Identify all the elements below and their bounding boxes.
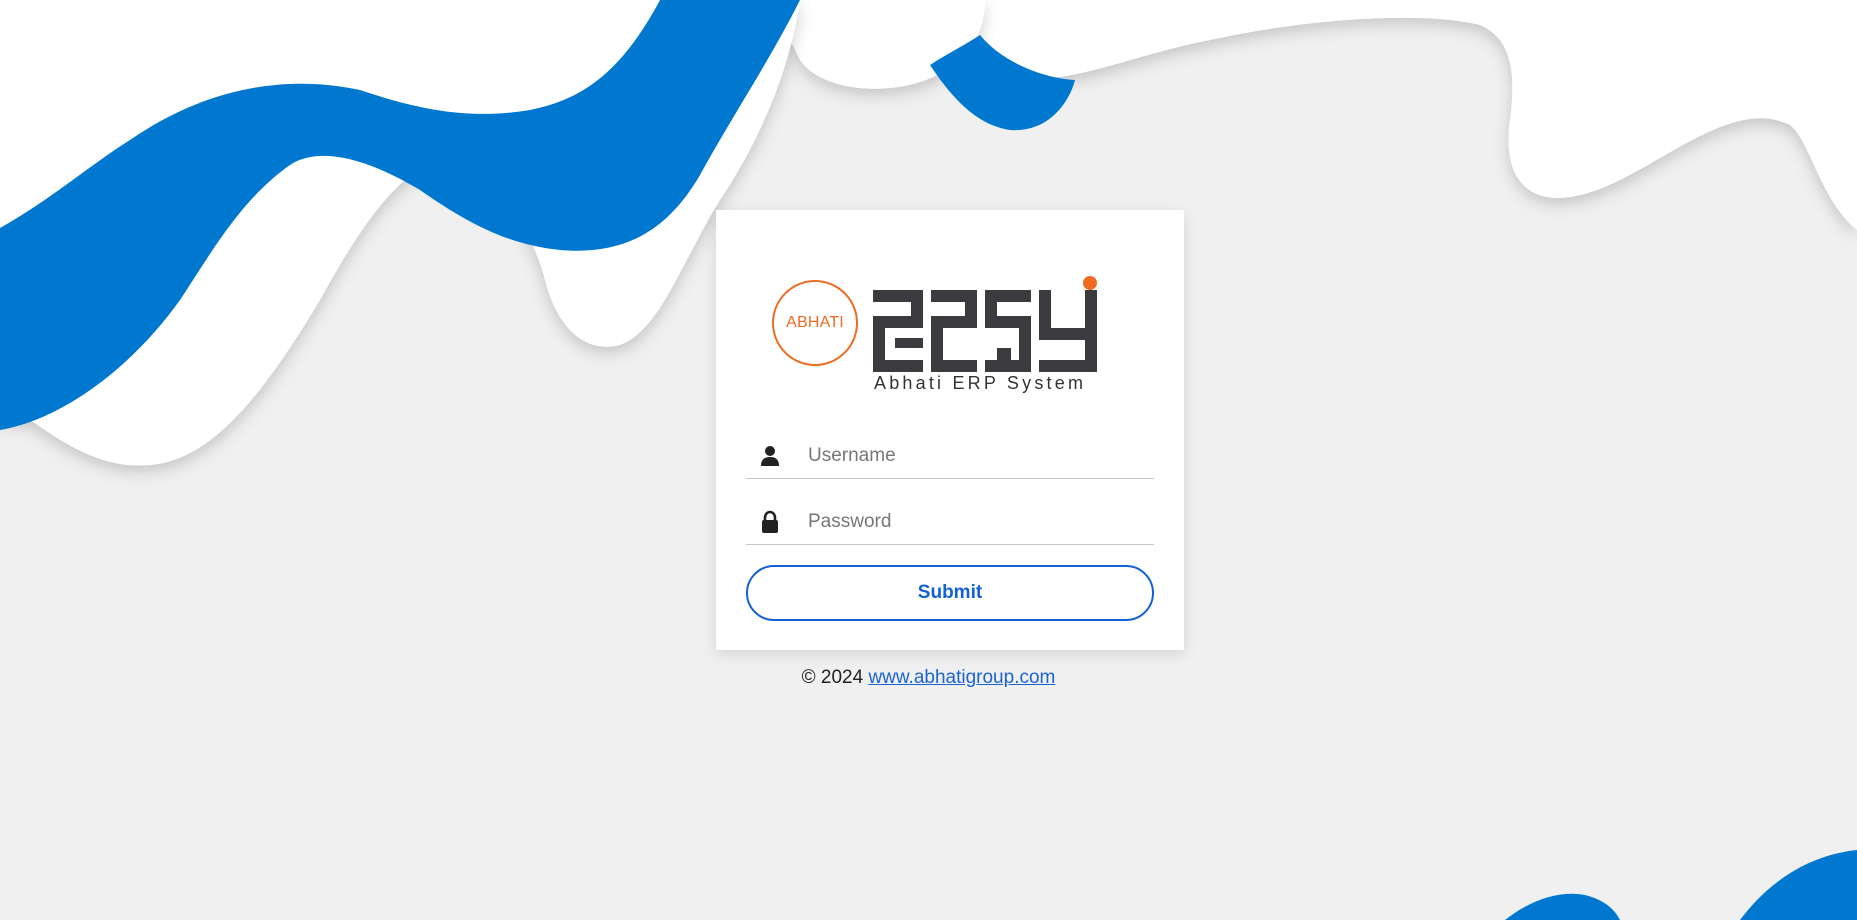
website-link[interactable]: www.abhatigroup.com [868, 667, 1055, 688]
username-input[interactable] [806, 440, 1150, 472]
lock-icon [762, 510, 778, 533]
username-field [746, 432, 1154, 479]
login-card: ABHATI Abhati ERP System Username Submit [716, 210, 1184, 650]
zesy-logo-icon [873, 276, 1097, 372]
password-input[interactable] [806, 506, 1150, 538]
user-icon [761, 446, 779, 466]
logo-area: ABHATI Abhati ERP System [716, 210, 1184, 400]
copyright-text: © 2024 [801, 667, 864, 688]
password-field [746, 498, 1154, 545]
product-subtitle: Abhati ERP System [874, 373, 1087, 393]
abhati-circle-text: ABHATI [786, 314, 844, 331]
submit-button[interactable]: Submit [746, 565, 1154, 621]
footer: © 2024 www.abhatigroup.com [0, 667, 1857, 689]
abhati-circle-logo: ABHATI [772, 280, 858, 366]
